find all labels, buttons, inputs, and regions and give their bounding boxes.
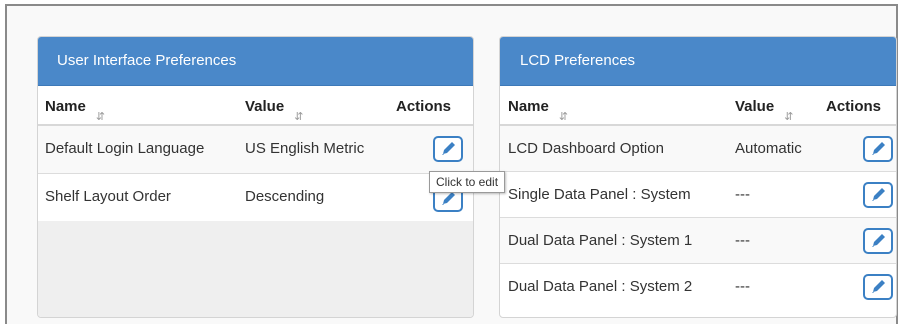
edit-button[interactable] <box>863 136 893 162</box>
column-header-actions: Actions <box>826 98 882 115</box>
column-header-value[interactable]: Value ⇵ <box>245 98 303 123</box>
empty-area <box>38 221 473 317</box>
edit-tooltip: Click to edit <box>429 171 506 193</box>
table-row: Default Login Language US English Metric <box>38 126 473 174</box>
table-header: Name ⇵ Value ⇵ Actions <box>38 86 473 126</box>
row-name: Single Data Panel : System <box>508 186 691 203</box>
sort-icon[interactable]: ⇵ <box>96 110 105 123</box>
table-row: Dual Data Panel : System 1 --- <box>500 218 896 264</box>
row-value: --- <box>735 186 750 203</box>
column-header-value[interactable]: Value ⇵ <box>735 98 793 123</box>
edit-pencil-icon <box>872 234 885 247</box>
table-row: Single Data Panel : System --- <box>500 172 896 218</box>
row-value: --- <box>735 232 750 249</box>
edit-pencil-icon <box>442 142 455 155</box>
sort-icon[interactable]: ⇵ <box>294 110 303 123</box>
user-interface-preferences-panel: User Interface Preferences Name ⇵ Value ⇵ … <box>37 36 474 318</box>
edit-button[interactable] <box>863 182 893 208</box>
edit-button[interactable] <box>863 228 893 254</box>
sort-icon[interactable]: ⇵ <box>559 110 568 123</box>
row-name: Dual Data Panel : System 2 <box>508 278 693 295</box>
column-header-name[interactable]: Name ⇵ <box>508 98 568 123</box>
table-row: Shelf Layout Order Descending <box>38 174 473 222</box>
row-name: Default Login Language <box>45 140 205 157</box>
column-header-actions: Actions <box>396 98 452 115</box>
edit-pencil-icon <box>872 280 885 293</box>
table-header: Name ⇵ Value ⇵ Actions <box>500 86 896 126</box>
table-row: LCD Dashboard Option Automatic <box>500 126 896 172</box>
row-name: LCD Dashboard Option <box>508 140 664 157</box>
edit-button[interactable] <box>433 136 463 162</box>
row-value: --- <box>735 278 750 295</box>
row-name: Shelf Layout Order <box>45 188 171 205</box>
column-header-name[interactable]: Name ⇵ <box>45 98 105 123</box>
panel-title: User Interface Preferences <box>38 37 473 86</box>
edit-pencil-icon <box>872 188 885 201</box>
sort-icon[interactable]: ⇵ <box>784 110 793 123</box>
edit-pencil-icon <box>872 142 885 155</box>
row-value: US English Metric <box>245 140 365 157</box>
row-value: Descending <box>245 188 325 205</box>
table-row: Dual Data Panel : System 2 --- <box>500 264 896 310</box>
row-name: Dual Data Panel : System 1 <box>508 232 693 249</box>
panel-title: LCD Preferences <box>500 37 896 86</box>
row-value: Automatic <box>735 140 802 157</box>
edit-button[interactable] <box>863 274 893 300</box>
lcd-preferences-panel: LCD Preferences Name ⇵ Value ⇵ Actions LCD… <box>499 36 897 318</box>
